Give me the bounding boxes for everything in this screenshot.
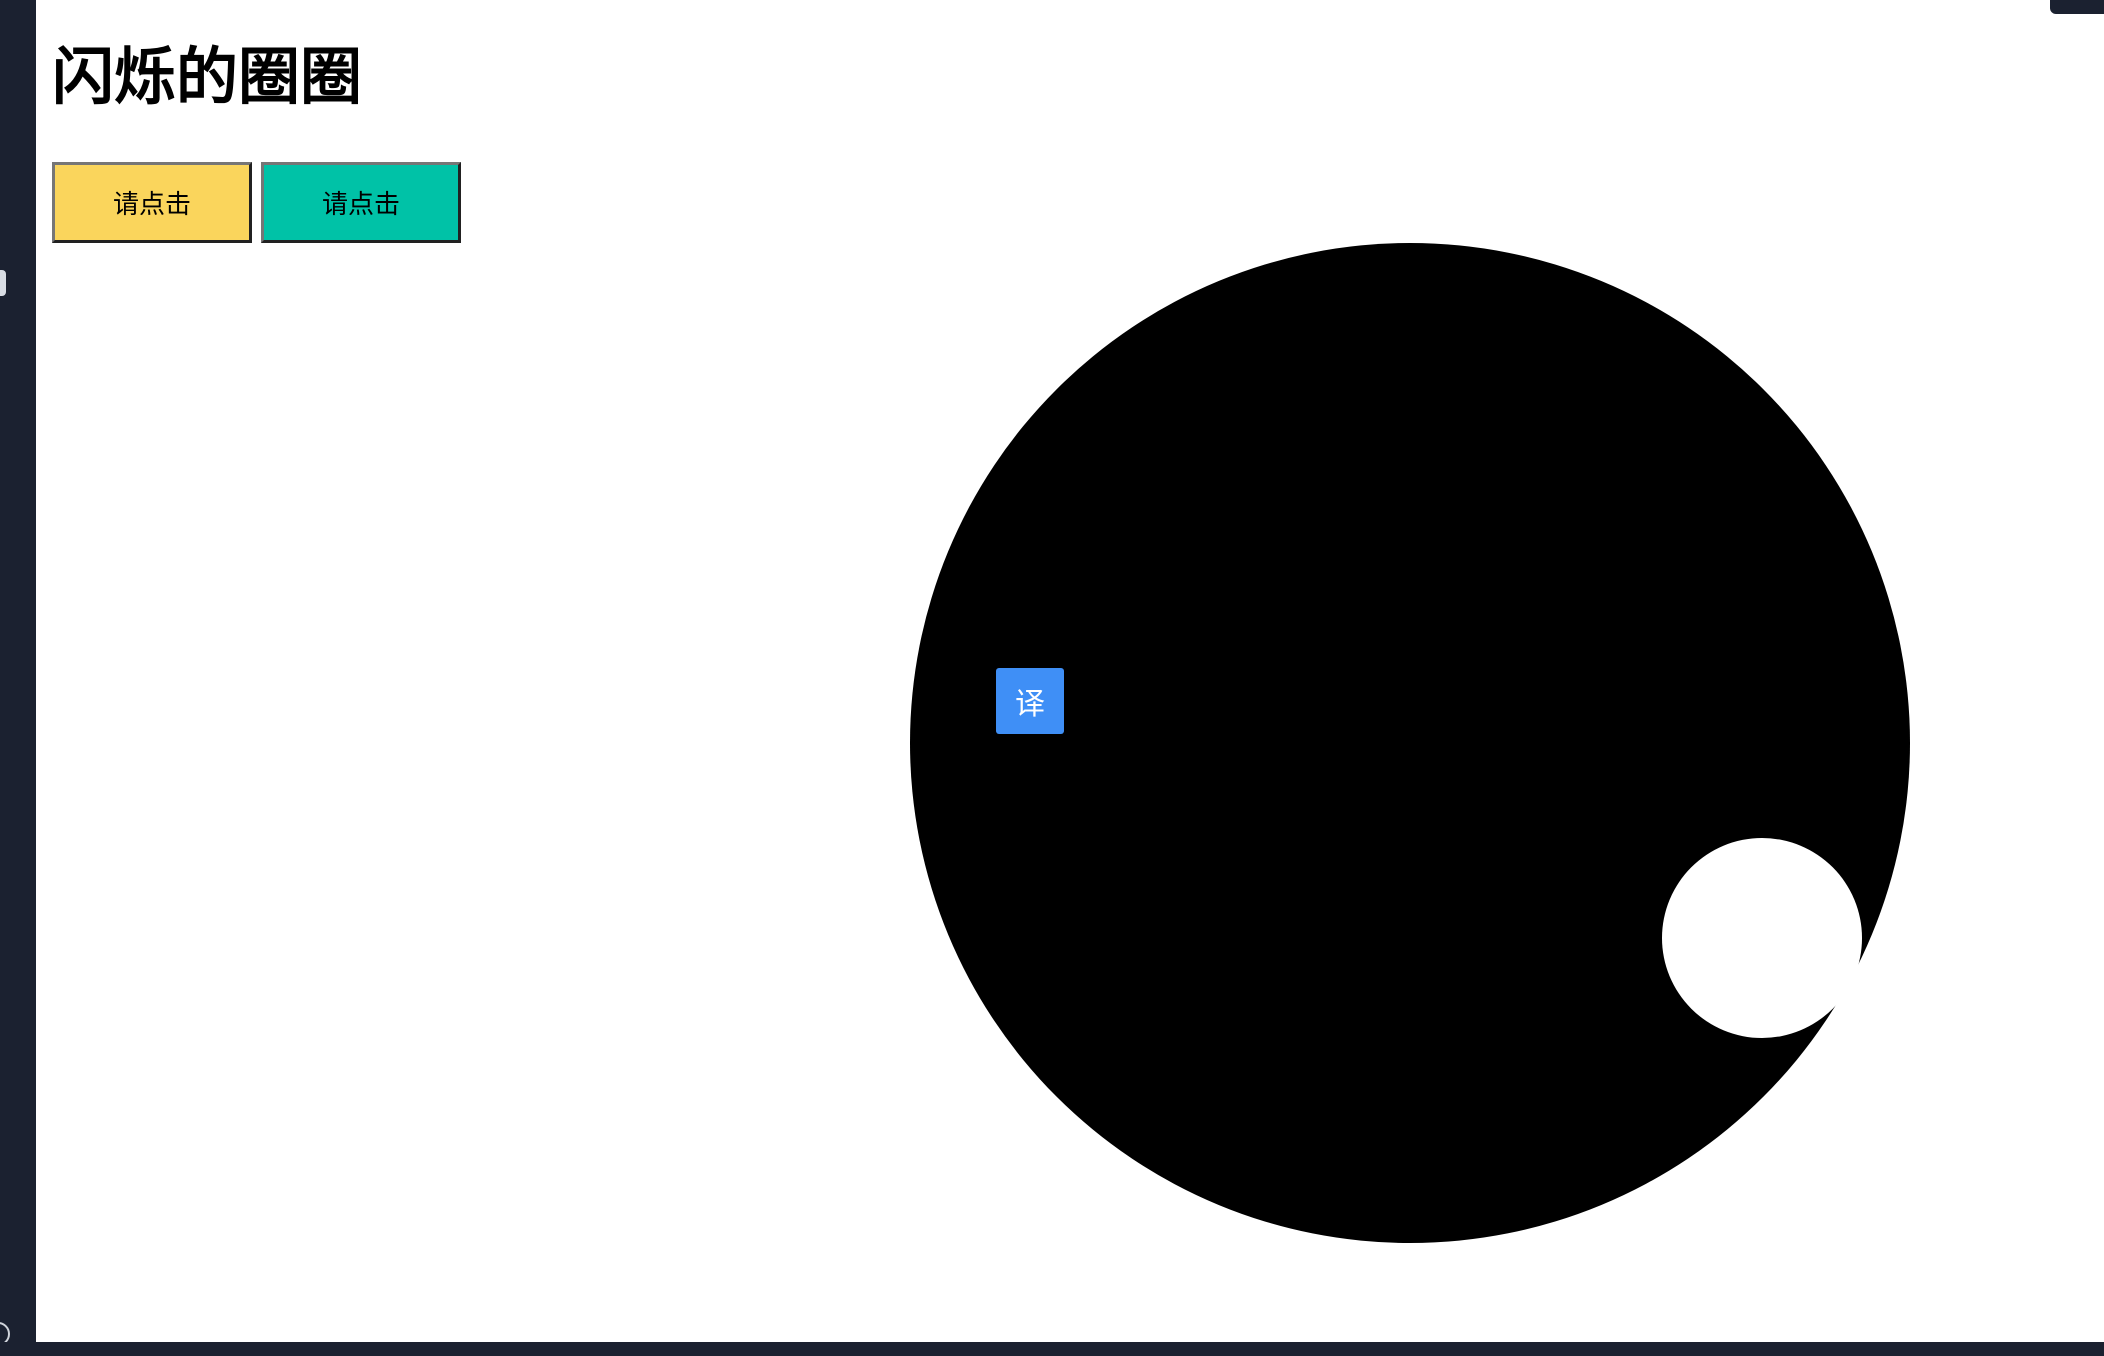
inner-circle bbox=[1662, 838, 1862, 1038]
outer-circle bbox=[910, 243, 1910, 1243]
translate-button[interactable]: 译 bbox=[996, 668, 1064, 734]
chevron-icon[interactable]: › bbox=[0, 124, 1, 142]
window-corner-tab bbox=[2050, 0, 2104, 14]
click-button-yellow[interactable]: 请点击 bbox=[52, 162, 252, 243]
editor-side-strip: › bbox=[0, 0, 34, 1356]
scroll-handle[interactable] bbox=[0, 270, 6, 296]
click-button-teal[interactable]: 请点击 bbox=[261, 162, 461, 243]
page-title: 闪烁的圈圈 bbox=[52, 40, 363, 113]
preview-page: 闪烁的圈圈 请点击 请点击 译 bbox=[36, 0, 2104, 1342]
bottom-bar bbox=[0, 1342, 2104, 1356]
